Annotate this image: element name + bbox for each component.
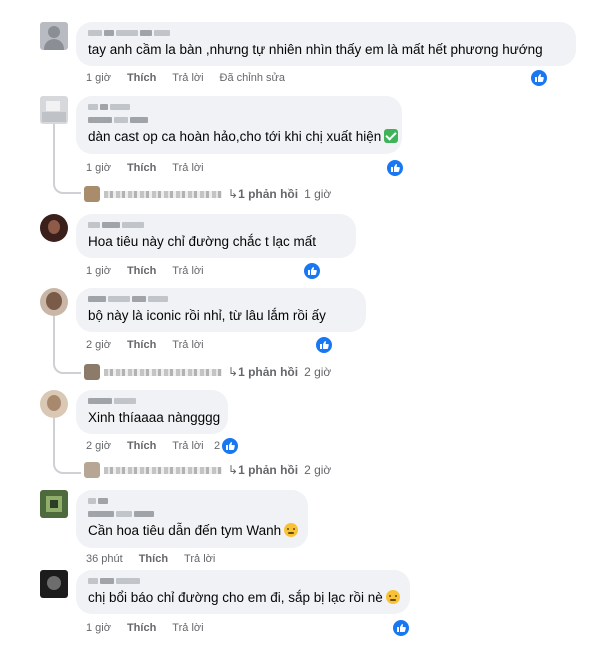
like-reaction-icon[interactable]	[220, 436, 240, 456]
timestamp[interactable]: 1 giờ	[86, 265, 111, 277]
comment-actions: 2 giờ Thích Trả lời	[86, 440, 204, 452]
comment-text: Cần hoa tiêu dẫn đến tym Wanh	[88, 522, 299, 540]
comment-actions: 1 giờ Thích Trả lời	[86, 265, 204, 277]
avatar[interactable]	[40, 22, 68, 50]
reply-button[interactable]: Trả lời	[172, 622, 203, 634]
reply-button[interactable]: Trả lời	[172, 265, 203, 277]
blurred-reply-author	[104, 190, 222, 198]
timestamp[interactable]: 36 phút	[86, 553, 123, 565]
comment-bubble: Xinh thíaaaa nàngggg	[76, 390, 228, 434]
reply-arrow-icon: ↳	[228, 365, 239, 379]
timestamp[interactable]: 1 giờ	[86, 72, 111, 84]
blurred-reply-author	[104, 466, 222, 474]
avatar[interactable]	[40, 490, 68, 518]
reply-button[interactable]: Trả lời	[172, 162, 203, 174]
comment-text: chị bổi báo chỉ đường cho em đi, sắp bị …	[88, 589, 400, 607]
like-button[interactable]: Thích	[127, 162, 156, 174]
reply-count[interactable]: 1 phản hồi	[238, 365, 298, 379]
comment-text: tay anh cầm la bàn ,nhưng tự nhiên nhìn …	[88, 42, 543, 57]
like-button[interactable]: Thích	[127, 72, 156, 84]
comment-bubble: chị bổi báo chỉ đường cho em đi, sắp bị …	[76, 570, 410, 614]
comment-bubble: bộ này là iconic rồi nhỉ, từ lâu lắm rồi…	[76, 288, 366, 332]
reply-count[interactable]: 1 phản hồi	[238, 187, 298, 201]
reply-button[interactable]: Trả lời	[172, 440, 203, 452]
comment-thread: tay anh cầm la bàn ,nhưng tự nhiên nhìn …	[0, 0, 598, 646]
reply-connector	[53, 418, 81, 474]
comment-bubble: tay anh cầm la bàn ,nhưng tự nhiên nhìn …	[76, 22, 576, 66]
reply-avatar	[84, 364, 100, 380]
reply-time: 2 giờ	[304, 463, 332, 477]
comment-actions: 1 giờ Thích Trả lời	[86, 162, 204, 174]
face-emoji-icon	[385, 590, 400, 604]
avatar[interactable]	[40, 570, 68, 598]
timestamp[interactable]: 2 giờ	[86, 440, 111, 452]
edited-label: Đã chỉnh sửa	[219, 72, 285, 84]
like-reaction-icon[interactable]	[391, 618, 411, 638]
blurred-author-name[interactable]	[88, 220, 344, 229]
like-button[interactable]: Thích	[139, 553, 168, 565]
like-button[interactable]: Thích	[127, 265, 156, 277]
reply-button[interactable]: Trả lời	[172, 339, 203, 351]
view-replies-row[interactable]: ↳ 1 phản hồi 1 giờ	[84, 186, 331, 202]
reply-time: 2 giờ	[304, 365, 332, 379]
blurred-author-name[interactable]	[88, 115, 390, 124]
reply-arrow-icon: ↳	[228, 187, 239, 201]
timestamp[interactable]: 1 giờ	[86, 622, 111, 634]
comment-text: Xinh thíaaaa nàngggg	[88, 410, 221, 425]
comment-text: Hoa tiêu này chỉ đường chắc t lạc mất	[88, 234, 317, 249]
blurred-author-name[interactable]	[88, 28, 564, 37]
timestamp[interactable]: 1 giờ	[86, 162, 111, 174]
reply-arrow-icon: ↳	[228, 463, 239, 477]
avatar[interactable]	[40, 214, 68, 242]
face-emoji-icon	[284, 523, 299, 537]
blurred-author-name[interactable]	[88, 496, 296, 505]
like-reaction-icon[interactable]	[302, 261, 322, 281]
like-button[interactable]: Thích	[127, 339, 156, 351]
avatar[interactable]	[40, 288, 68, 316]
reply-avatar	[84, 462, 100, 478]
avatar[interactable]	[40, 390, 68, 418]
reply-avatar	[84, 186, 100, 202]
comment-text-content: chị bổi báo chỉ đường cho em đi, sắp bị …	[88, 590, 383, 605]
blurred-author-name[interactable]	[88, 576, 398, 585]
comment-actions: 1 giờ Thích Trả lời	[86, 622, 204, 634]
comment-actions: 1 giờ Thích Trả lời Đã chỉnh sửa	[86, 72, 285, 84]
avatar[interactable]	[40, 96, 68, 124]
comment-bubble: Hoa tiêu này chỉ đường chắc t lạc mất	[76, 214, 356, 258]
view-replies-row[interactable]: ↳ 1 phản hồi 2 giờ	[84, 364, 331, 380]
reply-button[interactable]: Trả lời	[172, 72, 203, 84]
comment-bubble: Cần hoa tiêu dẫn đến tym Wanh	[76, 490, 308, 548]
blurred-reply-author	[104, 368, 222, 376]
blurred-author-name[interactable]	[88, 102, 390, 111]
like-button[interactable]: Thích	[127, 622, 156, 634]
like-reaction-icon[interactable]	[314, 335, 334, 355]
blurred-author-name[interactable]	[88, 396, 216, 405]
reply-button[interactable]: Trả lời	[184, 553, 215, 565]
comment-text-content: Cần hoa tiêu dẫn đến tym Wanh	[88, 523, 282, 538]
reply-time: 1 giờ	[304, 187, 332, 201]
blurred-author-name[interactable]	[88, 294, 354, 303]
view-replies-row[interactable]: ↳ 1 phản hồi 2 giờ	[84, 462, 331, 478]
comment-actions: 2 giờ Thích Trả lời	[86, 339, 204, 351]
reply-count[interactable]: 1 phản hồi	[238, 463, 298, 477]
reply-connector	[53, 124, 81, 194]
comment-text: bộ này là iconic rồi nhỉ, từ lâu lắm rồi…	[88, 308, 326, 323]
comment-text: dàn cast op ca hoàn hảo,cho tới khi chị …	[88, 128, 399, 146]
like-reaction-icon[interactable]	[385, 158, 405, 178]
comment-bubble: dàn cast op ca hoàn hảo,cho tới khi chị …	[76, 96, 402, 154]
blurred-author-name[interactable]	[88, 509, 296, 518]
like-reaction-icon[interactable]	[529, 68, 549, 88]
reply-connector	[53, 316, 81, 374]
comment-text-content: dàn cast op ca hoàn hảo,cho tới khi chị …	[88, 129, 382, 144]
timestamp[interactable]: 2 giờ	[86, 339, 111, 351]
check-emoji-icon	[384, 129, 399, 143]
like-button[interactable]: Thích	[127, 440, 156, 452]
comment-actions: 36 phút Thích Trả lời	[86, 553, 215, 565]
